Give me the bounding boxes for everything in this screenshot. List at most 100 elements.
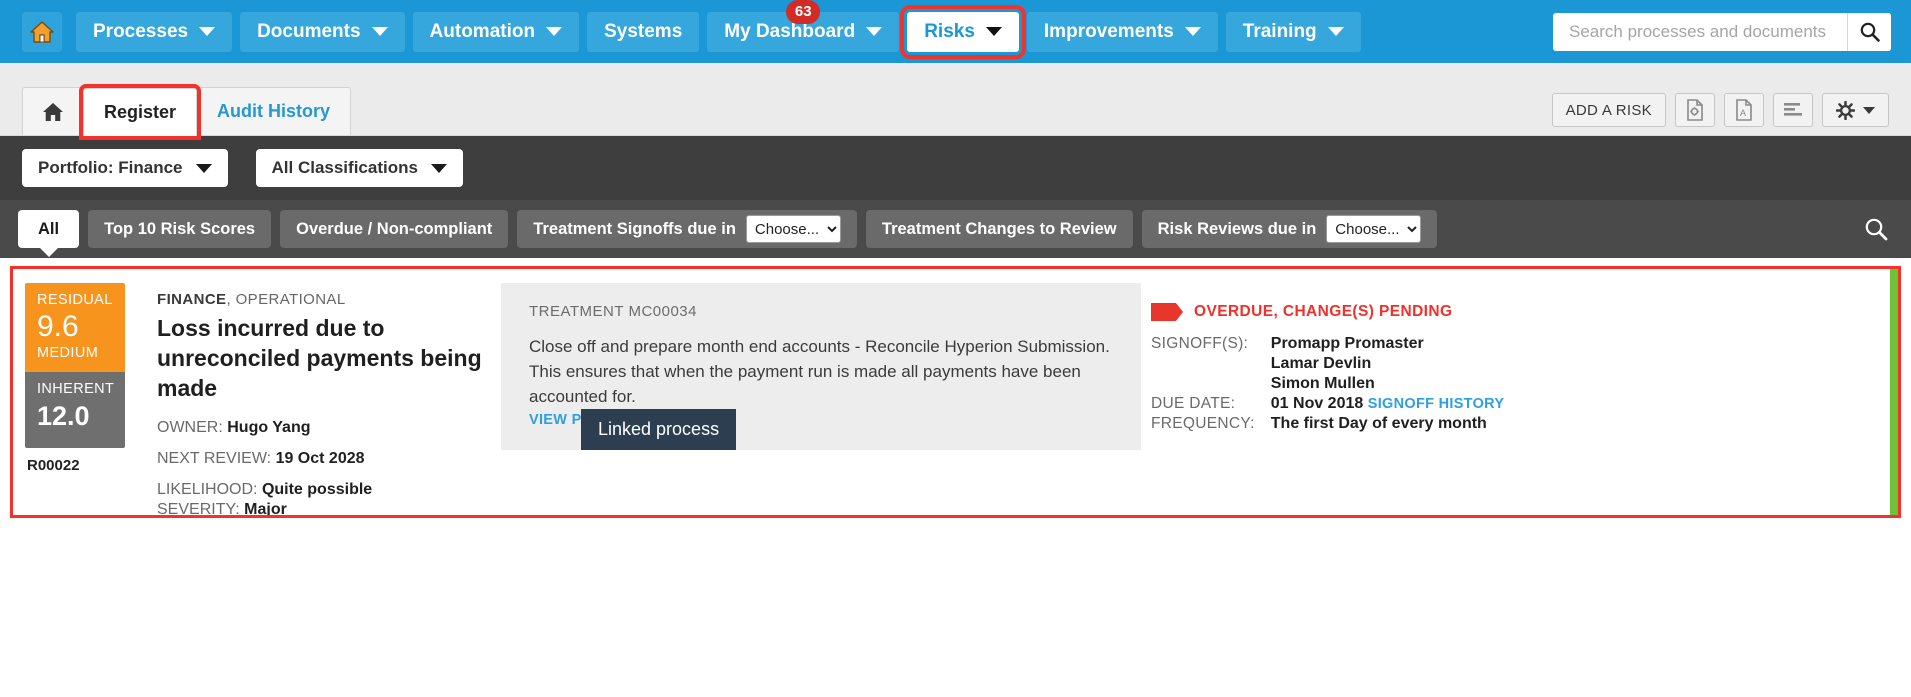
export-document-icon [1687, 99, 1703, 121]
nav-item-risks[interactable]: Risks [900, 4, 1026, 59]
settings-button[interactable] [1822, 93, 1889, 127]
risk-likelihood-value: Quite possible [261, 481, 373, 498]
treatment-status-text: OVERDUE, CHANGE(S) PENDING [1194, 303, 1453, 320]
filter-tab-label: Overdue / Non-compliant [296, 219, 493, 238]
nav-item-my-dashboard[interactable]: 63 My Dashboard [707, 0, 900, 52]
risk-score-column: RESIDUAL 9.6 MEDIUM INHERENT 12.0 R00022 [13, 269, 141, 515]
filter-tab-overdue-non-compliant[interactable]: Overdue / Non-compliant [280, 210, 509, 248]
treatment-signoffs-due-select[interactable]: Choose... [745, 215, 841, 243]
frequency-row: FREQUENCY: The first Day of every month [1151, 415, 1504, 435]
due-date-value: 01 Nov 2018 [1270, 395, 1364, 412]
filter-tab-label: All [38, 219, 60, 238]
chevron-down-icon [866, 27, 883, 36]
report-list-icon [1784, 103, 1802, 116]
chevron-down-icon [371, 27, 388, 36]
search-submit-button[interactable] [1847, 12, 1891, 51]
filter-tab-risk-reviews-due[interactable]: Risk Reviews due in Choose... [1141, 210, 1438, 248]
risk-next-review: NEXT REVIEW: 19 Oct 2028 [157, 450, 485, 468]
risk-category-rest: , OPERATIONAL [226, 291, 346, 308]
risk-likelihood-label: LIKELIHOOD: [157, 481, 258, 498]
risk-owner-label: OWNER: [157, 419, 223, 436]
register-search-button[interactable] [1863, 216, 1889, 242]
pdf-export-button[interactable]: A [1724, 93, 1764, 127]
signoff-details: SIGNOFF(S): Promapp Promaster Lamar Devl… [1151, 335, 1504, 435]
chevron-down-icon [546, 27, 563, 36]
risk-severity-label: SEVERITY: [157, 501, 240, 518]
tab-register[interactable]: Register [78, 84, 202, 140]
classification-dropdown-label: All Classifications [271, 158, 418, 177]
nav-item-label: My Dashboard [724, 20, 856, 42]
residual-label: RESIDUAL [37, 292, 113, 308]
nav-item-automation[interactable]: Automation [412, 11, 580, 52]
due-date-value-cell: 01 Nov 2018 SIGNOFF HISTORY [1271, 395, 1505, 415]
due-date-label: DUE DATE: [1151, 395, 1236, 412]
chevron-down-icon [195, 163, 212, 173]
pdf-document-icon: A [1736, 99, 1752, 121]
risk-owner: OWNER: Hugo Yang [157, 419, 485, 437]
filter-tab-all[interactable]: All [18, 210, 80, 248]
signoffs-label: SIGNOFF(S): [1151, 335, 1249, 352]
linked-process-tooltip: Linked process [581, 409, 737, 450]
nav-item-label: Processes [93, 20, 189, 42]
chevron-down-icon [199, 27, 216, 36]
filter-tab-label: Treatment Changes to Review [881, 219, 1117, 238]
nav-item-label: Training [1242, 20, 1317, 42]
inherent-label: INHERENT [37, 381, 115, 397]
chevron-down-icon [985, 27, 1002, 36]
risk-categories: FINANCE, OPERATIONAL [157, 291, 485, 308]
filter-tab-label: Risk Reviews due in [1157, 219, 1317, 238]
due-date-row: DUE DATE: 01 Nov 2018 SIGNOFF HISTORY [1151, 395, 1504, 415]
filter-tab-treatment-signoffs-due[interactable]: Treatment Signoffs due in Choose... [517, 210, 857, 248]
signoffs-label-spacer [1151, 355, 1271, 375]
nav-item-label: Systems [604, 20, 683, 42]
tab-toolbar: ADD A RISK A [1543, 93, 1889, 127]
signoff-history-link[interactable]: SIGNOFF HISTORY [1368, 396, 1505, 412]
nav-item-training[interactable]: Training [1225, 11, 1361, 52]
export-button[interactable] [1675, 93, 1715, 127]
tab-label: Audit History [217, 101, 331, 121]
home-button[interactable] [22, 11, 62, 52]
search-icon [1865, 218, 1888, 241]
tab-list: Register Audit History [22, 84, 352, 140]
risk-likelihood: LIKELIHOOD: Quite possible [157, 481, 485, 499]
notification-badge: 63 [786, 0, 821, 24]
chevron-down-icon [1863, 106, 1875, 114]
add-a-risk-button[interactable]: ADD A RISK [1551, 93, 1666, 127]
nav-item-documents[interactable]: Documents [240, 11, 405, 52]
filter-tab-top-10-risk-scores[interactable]: Top 10 Risk Scores [88, 210, 272, 248]
treatment-description: Close off and prepare month end accounts… [529, 337, 1110, 406]
filter-tab-treatment-changes-to-review[interactable]: Treatment Changes to Review [865, 210, 1133, 248]
nav-item-systems[interactable]: Systems [587, 11, 700, 52]
risk-reviews-due-select[interactable]: Choose... [1326, 215, 1422, 243]
risk-owner-value: Hugo Yang [227, 419, 311, 436]
portfolio-filter-bar: Portfolio: Finance All Classifications [0, 136, 1911, 200]
signoff-row: SIGNOFF(S): Promapp Promaster [1151, 335, 1504, 355]
treatment-status: OVERDUE, CHANGE(S) PENDING [1151, 303, 1898, 321]
filter-tab-label: Top 10 Risk Scores [104, 219, 256, 238]
portfolio-dropdown[interactable]: Portfolio: Finance [22, 149, 228, 187]
tab-home[interactable] [22, 87, 84, 135]
risk-category-primary: FINANCE [157, 291, 227, 308]
filter-tab-label: Treatment Signoffs due in [533, 219, 736, 238]
risk-next-review-value: 19 Oct 2028 [275, 450, 365, 467]
risk-card: RESIDUAL 9.6 MEDIUM INHERENT 12.0 R00022… [10, 266, 1901, 518]
signoff-row: Simon Mullen [1151, 375, 1504, 395]
nav-item-processes[interactable]: Processes [76, 11, 233, 52]
signoff-name: Lamar Devlin [1270, 355, 1372, 372]
report-view-button[interactable] [1773, 93, 1813, 127]
top-navigation-bar: Processes Documents Automation Systems 6… [0, 0, 1911, 63]
risk-id: R00022 [27, 457, 80, 474]
risk-next-review-label: NEXT REVIEW: [157, 450, 272, 467]
nav-item-label: Improvements [1043, 20, 1174, 42]
risk-title[interactable]: Loss incurred due to unreconciled paymen… [157, 313, 485, 403]
search-input[interactable] [1553, 12, 1847, 51]
svg-text:A: A [1740, 108, 1746, 118]
classification-dropdown[interactable]: All Classifications [255, 149, 463, 187]
risk-severity-value: Major [244, 501, 287, 518]
residual-rating: MEDIUM [37, 345, 99, 361]
chevron-down-icon [1184, 27, 1201, 36]
tab-audit-history[interactable]: Audit History [196, 87, 352, 135]
nav-item-improvements[interactable]: Improvements [1026, 11, 1218, 52]
flag-icon [1151, 303, 1183, 321]
signoff-column: OVERDUE, CHANGE(S) PENDING SIGNOFF(S): P… [1141, 283, 1898, 515]
